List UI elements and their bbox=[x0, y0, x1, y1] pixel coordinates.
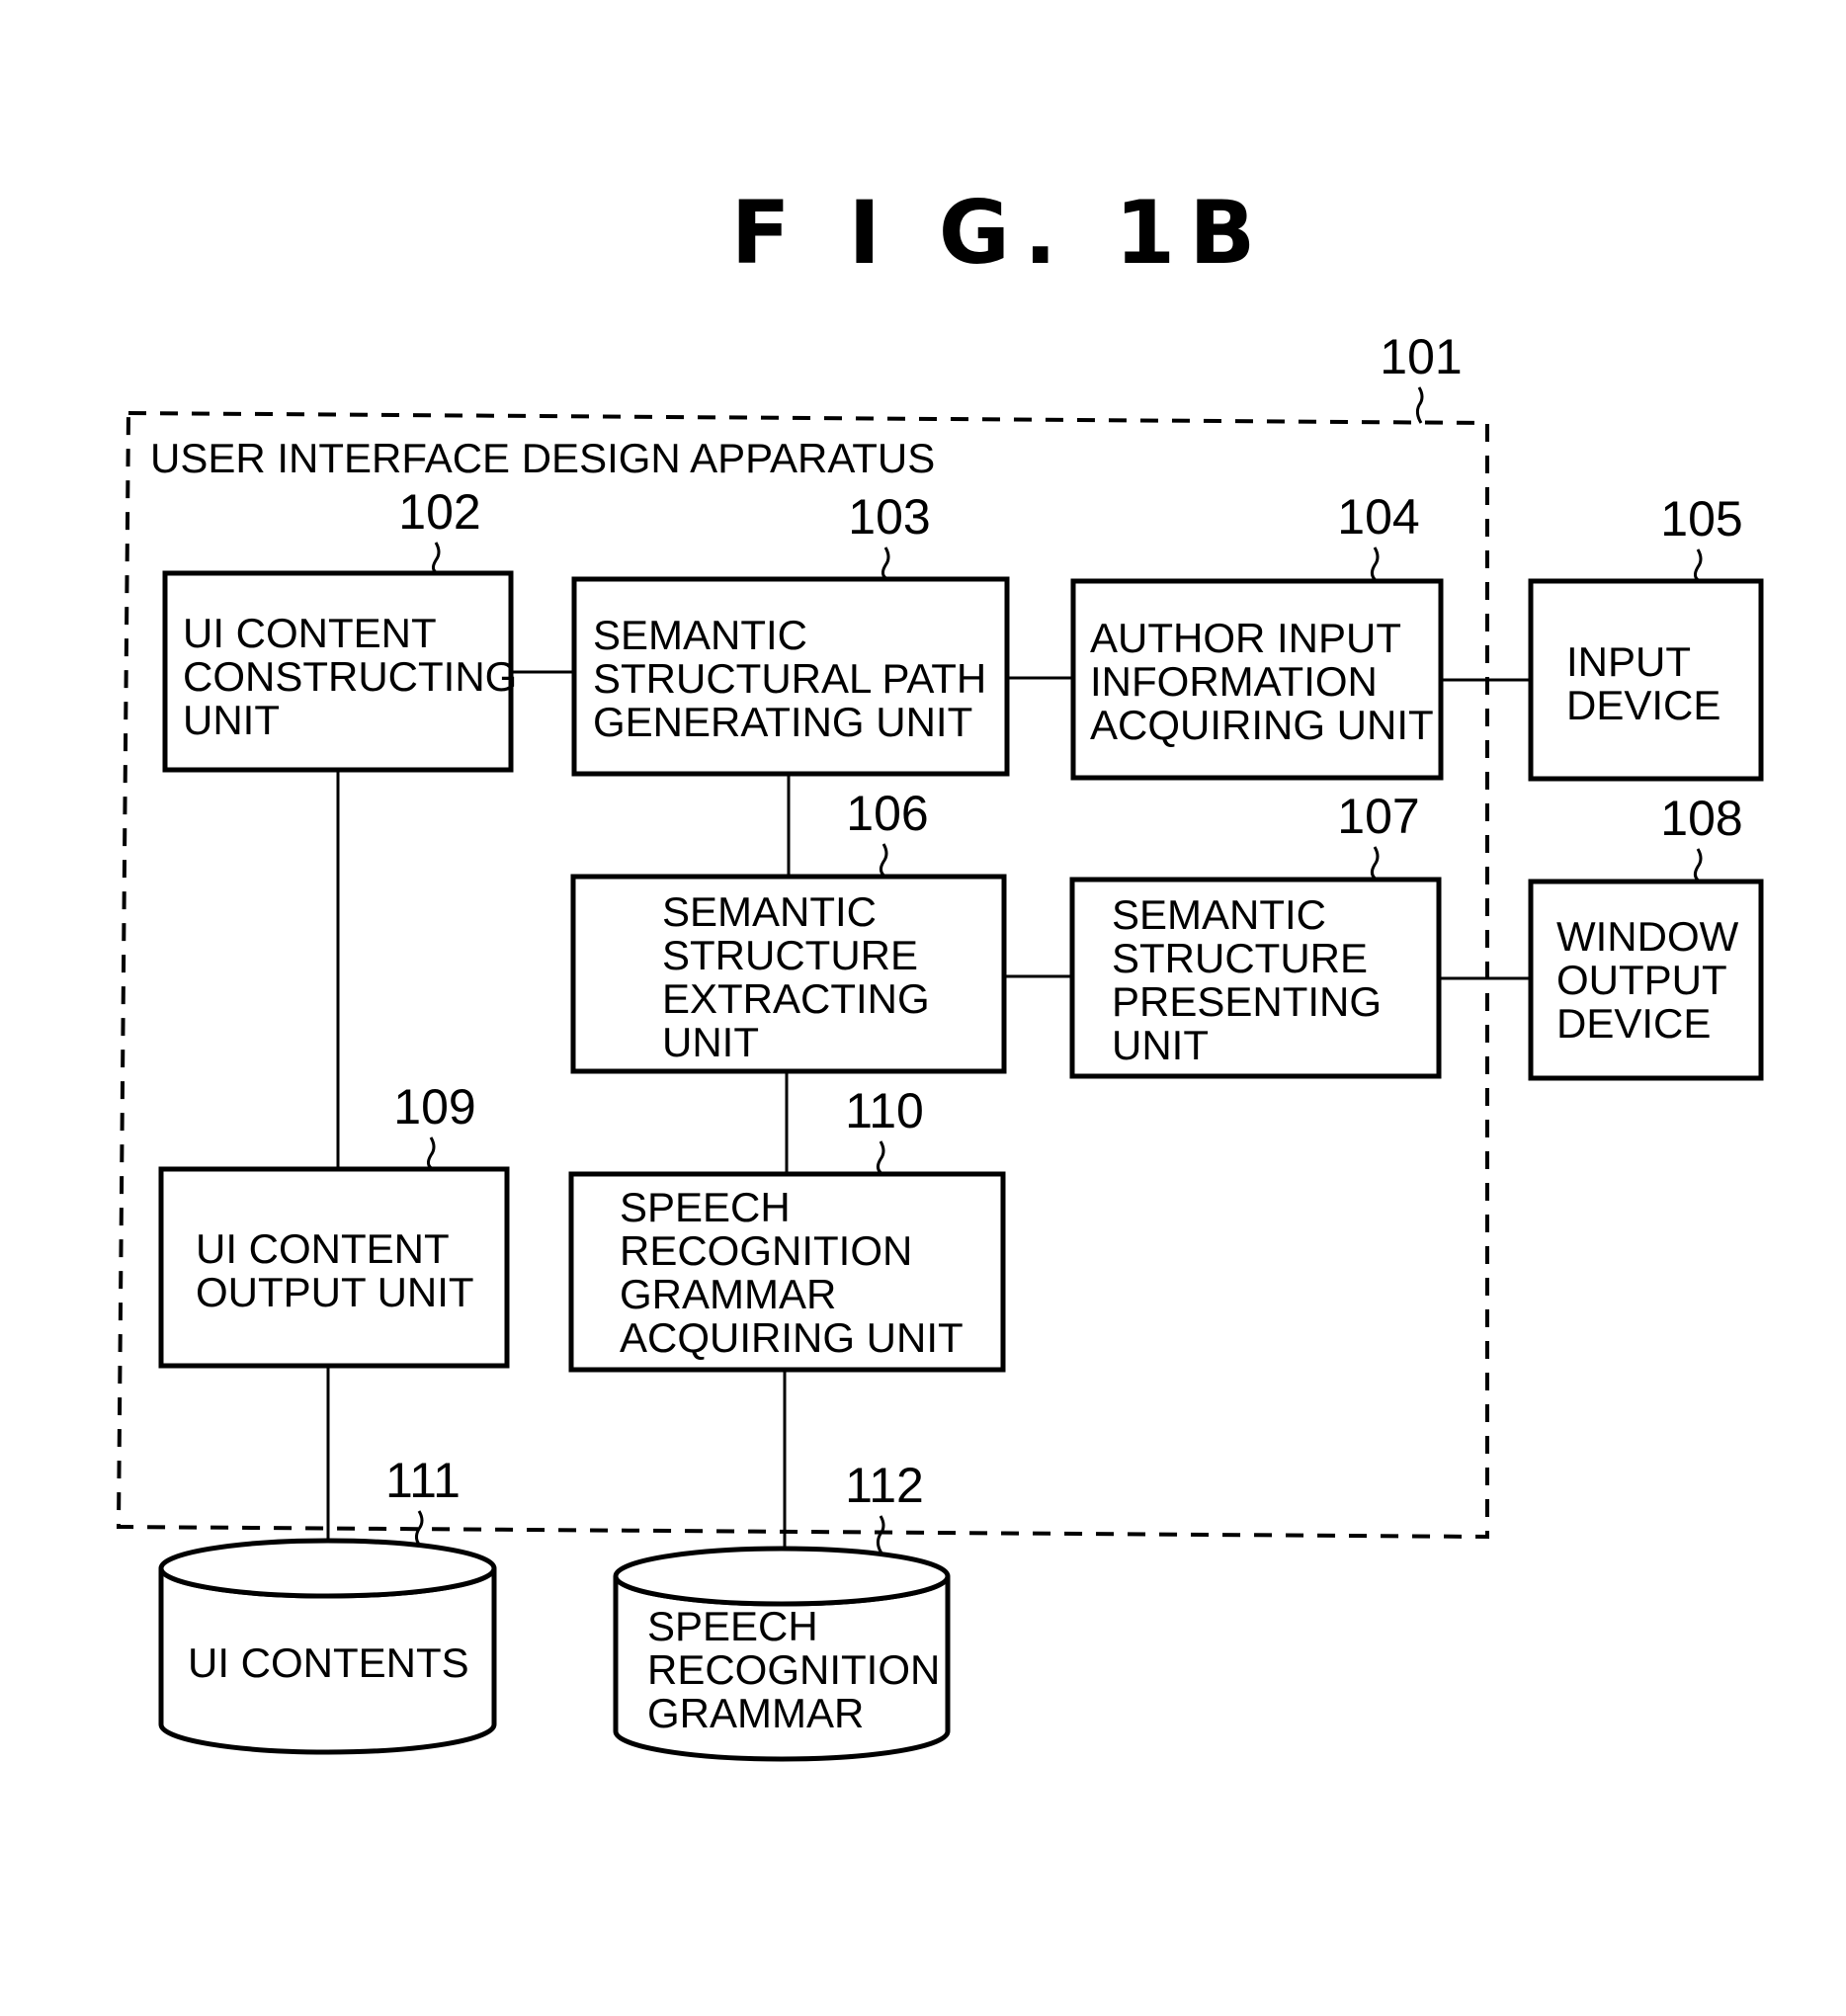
store-112-label-line: GRAMMAR bbox=[647, 1690, 864, 1736]
ref-112: 112 bbox=[845, 1458, 924, 1513]
figure-title: F I G. 1B bbox=[731, 182, 1270, 284]
store-112: SPEECHRECOGNITIONGRAMMAR 112 bbox=[613, 1458, 951, 1762]
blocks: UI CONTENTCONSTRUCTINGUNIT102SEMANTICSTR… bbox=[158, 484, 1764, 1373]
block-109-label-line: UI CONTENT bbox=[196, 1225, 450, 1272]
block-107-label-line: STRUCTURE bbox=[1112, 935, 1368, 981]
block-102-label-line: UNIT bbox=[183, 697, 280, 743]
block-102: UI CONTENTCONSTRUCTINGUNIT 102 bbox=[162, 484, 517, 773]
block-105-label-line: INPUT bbox=[1566, 638, 1691, 685]
block-102-label-line: UI CONTENT bbox=[183, 610, 437, 656]
ref-101: 101 bbox=[1380, 329, 1462, 384]
leader-106 bbox=[879, 843, 888, 879]
block-108-label-line: WINDOW bbox=[1556, 913, 1739, 960]
leader-103 bbox=[881, 546, 890, 581]
ref-108: 108 bbox=[1660, 791, 1742, 846]
block-104-label-line: INFORMATION bbox=[1090, 658, 1378, 705]
ref-103: 103 bbox=[848, 489, 930, 545]
block-104: AUTHOR INPUTINFORMATIONACQUIRING UNIT 104 bbox=[1070, 489, 1444, 781]
ref-104: 104 bbox=[1337, 489, 1419, 545]
block-106-label-line: EXTRACTING bbox=[662, 975, 930, 1022]
block-108-label-line: OUTPUT bbox=[1556, 957, 1727, 1003]
block-110-label-line: RECOGNITION bbox=[620, 1227, 912, 1274]
leader-101 bbox=[1415, 386, 1424, 424]
block-103-label-line: STRUCTURAL PATH bbox=[593, 655, 986, 702]
store-111-label-line: UI CONTENTS bbox=[188, 1639, 469, 1686]
block-103: SEMANTICSTRUCTURAL PATHGENERATING UNIT 10… bbox=[571, 489, 1010, 777]
block-107-label-line: SEMANTIC bbox=[1112, 891, 1326, 938]
ref-106: 106 bbox=[846, 786, 928, 841]
ref-111: 111 bbox=[385, 1453, 461, 1508]
block-109-label-line: OUTPUT UNIT bbox=[196, 1269, 474, 1315]
block-107-label-line: PRESENTING bbox=[1112, 978, 1382, 1025]
block-105-label-line: DEVICE bbox=[1566, 682, 1720, 728]
leader-108 bbox=[1693, 848, 1703, 883]
leader-112 bbox=[876, 1515, 885, 1555]
block-106-label-line: UNIT bbox=[662, 1019, 759, 1065]
block-diagram: F I G. 1B 101 USER INTERFACE DESIGN APPA… bbox=[116, 182, 1764, 1762]
block-108: WINDOWOUTPUTDEVICE 108 bbox=[1528, 791, 1764, 1081]
leader-105 bbox=[1693, 548, 1703, 583]
ref-110: 110 bbox=[845, 1083, 924, 1138]
block-110-label-line: ACQUIRING UNIT bbox=[620, 1314, 964, 1361]
store-111-top bbox=[158, 1538, 497, 1599]
store-112-label-line: RECOGNITION bbox=[647, 1646, 940, 1693]
store-112-top bbox=[613, 1546, 951, 1607]
ref-107: 107 bbox=[1337, 789, 1419, 844]
block-106-label-line: SEMANTIC bbox=[662, 888, 877, 935]
apparatus-label: USER INTERFACE DESIGN APPARATUS bbox=[150, 435, 935, 481]
block-103-label-line: SEMANTIC bbox=[593, 612, 807, 658]
leader-109 bbox=[426, 1136, 436, 1171]
leader-110 bbox=[876, 1140, 885, 1176]
block-107: SEMANTICSTRUCTUREPRESENTINGUNIT 107 bbox=[1069, 789, 1442, 1079]
block-106-label-line: STRUCTURE bbox=[662, 932, 918, 978]
ref-109: 109 bbox=[393, 1079, 475, 1134]
block-105: INPUTDEVICE 105 bbox=[1528, 491, 1764, 782]
block-104-label-line: AUTHOR INPUT bbox=[1090, 615, 1401, 661]
block-107-label-line: UNIT bbox=[1112, 1022, 1209, 1068]
block-108-label-line: DEVICE bbox=[1556, 1000, 1711, 1047]
leader-104 bbox=[1370, 546, 1380, 583]
store-112-label-line: SPEECH bbox=[647, 1603, 818, 1649]
block-103-label-line: GENERATING UNIT bbox=[593, 699, 972, 745]
block-109: UI CONTENTOUTPUT UNIT 109 bbox=[158, 1079, 510, 1369]
leader-107 bbox=[1370, 846, 1380, 882]
stores: UI CONTENTS 111 SPEECHRECOGNITIONGRAMMAR 11… bbox=[158, 1453, 951, 1762]
block-102-label-line: CONSTRUCTING bbox=[183, 653, 517, 700]
block-110-label-line: SPEECH bbox=[620, 1184, 791, 1230]
ref-105: 105 bbox=[1660, 491, 1742, 546]
leader-102 bbox=[431, 542, 441, 575]
block-104-label-line: ACQUIRING UNIT bbox=[1090, 702, 1434, 748]
ref-102: 102 bbox=[398, 484, 480, 540]
block-110-label-line: GRAMMAR bbox=[620, 1271, 836, 1317]
